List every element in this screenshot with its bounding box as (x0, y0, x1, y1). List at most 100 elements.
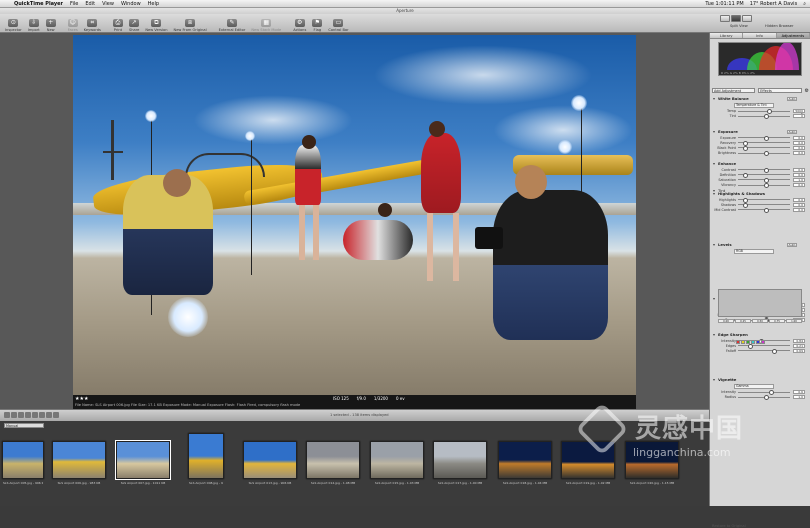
menu-user[interactable]: 17° Robert A Davis (750, 1, 798, 7)
slider-value-field[interactable]: 1.0 (793, 177, 805, 182)
section-mode-select[interactable]: Gamma (734, 384, 774, 389)
menu-help[interactable]: Help (148, 1, 159, 7)
levels-value-field[interactable]: 1.00 (786, 319, 802, 323)
slider[interactable] (738, 183, 790, 189)
section-header[interactable]: Vignette (710, 377, 810, 383)
slider-value-field[interactable]: 0.0 (793, 140, 805, 145)
menu-clock[interactable]: Tue 1:01:11 PM (705, 1, 743, 7)
slider[interactable] (738, 135, 790, 141)
section-header[interactable]: Edge Sharpen (710, 332, 810, 338)
filmstrip-thumbnail[interactable]: SLS Airport 019.jpg - 1.02 MB (561, 441, 615, 485)
filmstrip-thumbnail[interactable]: SLS Airport 007.jpg - 1011 KB (115, 440, 171, 485)
rotate-right-icon[interactable] (11, 412, 17, 418)
lift-icon[interactable] (46, 412, 52, 418)
restore-original-link[interactable]: Restore to Original (712, 524, 746, 528)
slider-value-field[interactable]: 0 (793, 114, 805, 119)
slider[interactable] (738, 114, 790, 120)
slider[interactable] (738, 390, 790, 396)
section-header[interactable]: Exposure Auto (710, 129, 810, 135)
levels-value-field[interactable]: 0.25 (735, 319, 751, 323)
slider-value-field[interactable]: 5000 K (793, 109, 805, 116)
reject-icon[interactable] (18, 412, 24, 418)
color-chip[interactable] (736, 340, 740, 344)
add-adjustment-select[interactable]: Add Adjustment (712, 88, 756, 93)
filmstrip-thumbnail[interactable]: SLS Airport 008.jpg - 996 KB (188, 433, 224, 485)
slider[interactable] (738, 172, 790, 178)
toolbar-print-button[interactable]: ⎙ Print (110, 14, 126, 32)
color-chip[interactable] (756, 340, 760, 344)
levels-value-field[interactable]: 0.50 (752, 319, 768, 323)
toolbar-share-button[interactable]: ↗ Share (126, 14, 142, 32)
rotate-left-icon[interactable] (4, 412, 10, 418)
rating-stars[interactable]: ★★★ (75, 396, 88, 402)
toolbar-new-version-button[interactable]: ⧉ New Version (142, 14, 170, 32)
slider[interactable] (738, 109, 790, 115)
toolbar-actions-button[interactable]: ⚙ Actions (290, 14, 309, 32)
filmstrip-thumbnail[interactable]: SLS Airport 006.jpg - 983 KB (52, 441, 106, 485)
view-viewer-button[interactable] (742, 15, 752, 22)
menu-edit[interactable]: Edit (85, 1, 95, 7)
slider[interactable] (738, 343, 790, 349)
menu-file[interactable]: File (70, 1, 78, 7)
toolbar-flag-button[interactable]: ⚑ Flag (309, 14, 325, 32)
filmstrip-thumbnail[interactable]: SLS Airport 020.jpg - 1.15 MB (625, 441, 679, 485)
slider[interactable] (738, 202, 790, 208)
spotlight-icon[interactable]: ⌕ (803, 1, 806, 7)
toolbar-new-from-original-button[interactable]: ⧈ New From Original (171, 14, 210, 32)
section-header[interactable]: Enhance (710, 161, 810, 167)
sort-select[interactable]: Manual (4, 423, 44, 428)
section-header[interactable]: White Balance Auto (710, 96, 810, 102)
toolbar-external-editor-button[interactable]: ✎ External Editor (216, 14, 249, 32)
slider-value-field[interactable]: 0.0 (793, 135, 805, 140)
auto-button[interactable]: Auto (787, 97, 797, 101)
slider[interactable] (738, 177, 790, 183)
toolbar-faces-button[interactable]: ☺ Faces (65, 14, 81, 32)
slider-value-field[interactable]: 0.0 (793, 207, 805, 212)
slider-value-field[interactable]: 0.0 (793, 197, 805, 202)
menu-window[interactable]: Window (121, 1, 141, 7)
section-mode-select[interactable]: Temperature & Tint (734, 103, 774, 108)
toolbar-new-button[interactable]: + New (43, 14, 59, 32)
menu-view[interactable]: View (102, 1, 114, 7)
slider[interactable] (738, 145, 790, 151)
levels-histogram[interactable] (718, 289, 802, 317)
menu-app-name[interactable]: QuickTime Player (14, 1, 63, 7)
slider[interactable] (738, 197, 790, 203)
toolbar-inspector-button[interactable]: ⊙ Inspector (2, 14, 25, 32)
levels-value-field[interactable]: 0.00 (718, 319, 734, 323)
slider-value-field[interactable]: 0.0 (793, 183, 805, 188)
levels-value-field[interactable]: 0.75 (769, 319, 785, 323)
slider-value-field[interactable]: 0.0 (793, 172, 805, 177)
label-icon[interactable] (39, 412, 45, 418)
slider-value-field[interactable]: 0.0 (793, 202, 805, 207)
auto-button[interactable]: Auto (787, 130, 797, 134)
toolbar-keywords-button[interactable]: ⌗ Keywords (81, 14, 104, 32)
slider[interactable] (738, 167, 790, 173)
slider[interactable] (738, 151, 790, 157)
main-photo[interactable] (73, 35, 636, 395)
slider-value-field[interactable]: 0.0 (793, 167, 805, 172)
slider[interactable] (738, 207, 790, 213)
tab-adjustments[interactable]: Adjustments (776, 33, 810, 38)
color-chip[interactable] (746, 340, 750, 344)
filmstrip-thumbnail[interactable]: SLS Airport 014.jpg - 1.08 MB (306, 441, 360, 485)
section-header[interactable]: Highlights & Shadows (710, 191, 810, 197)
slider-value-field[interactable]: 0.6 (793, 390, 805, 395)
filmstrip-thumbnail[interactable]: SLS Airport 015.jpg - 1.03 MB (370, 441, 424, 485)
tab-library[interactable]: Library (710, 33, 744, 38)
slider-value-field[interactable]: 0.0 (793, 151, 805, 156)
color-chip[interactable] (761, 340, 765, 344)
stars-icon[interactable] (25, 412, 31, 418)
filmstrip-thumbnail[interactable]: SLS Airport 005.jpg - 996 KB (2, 441, 44, 485)
slider-value-field[interactable]: 0.84 (793, 338, 805, 343)
color-chip[interactable] (741, 340, 745, 344)
filmstrip-thumbnail[interactable]: SLS Airport 018.jpg - 1.04 MB (498, 441, 552, 485)
slider[interactable] (738, 140, 790, 146)
effects-select[interactable]: Effects (758, 88, 802, 93)
toolbar-control-bar-button[interactable]: ▭ Control Bar (325, 14, 351, 32)
slider[interactable] (738, 348, 790, 354)
section-mode-select[interactable]: RGB (734, 249, 774, 254)
slider[interactable] (738, 395, 790, 401)
filmstrip-thumbnail[interactable]: SLS Airport 017.jpg - 1.00 MB (433, 441, 487, 485)
stamp-icon[interactable] (53, 412, 59, 418)
